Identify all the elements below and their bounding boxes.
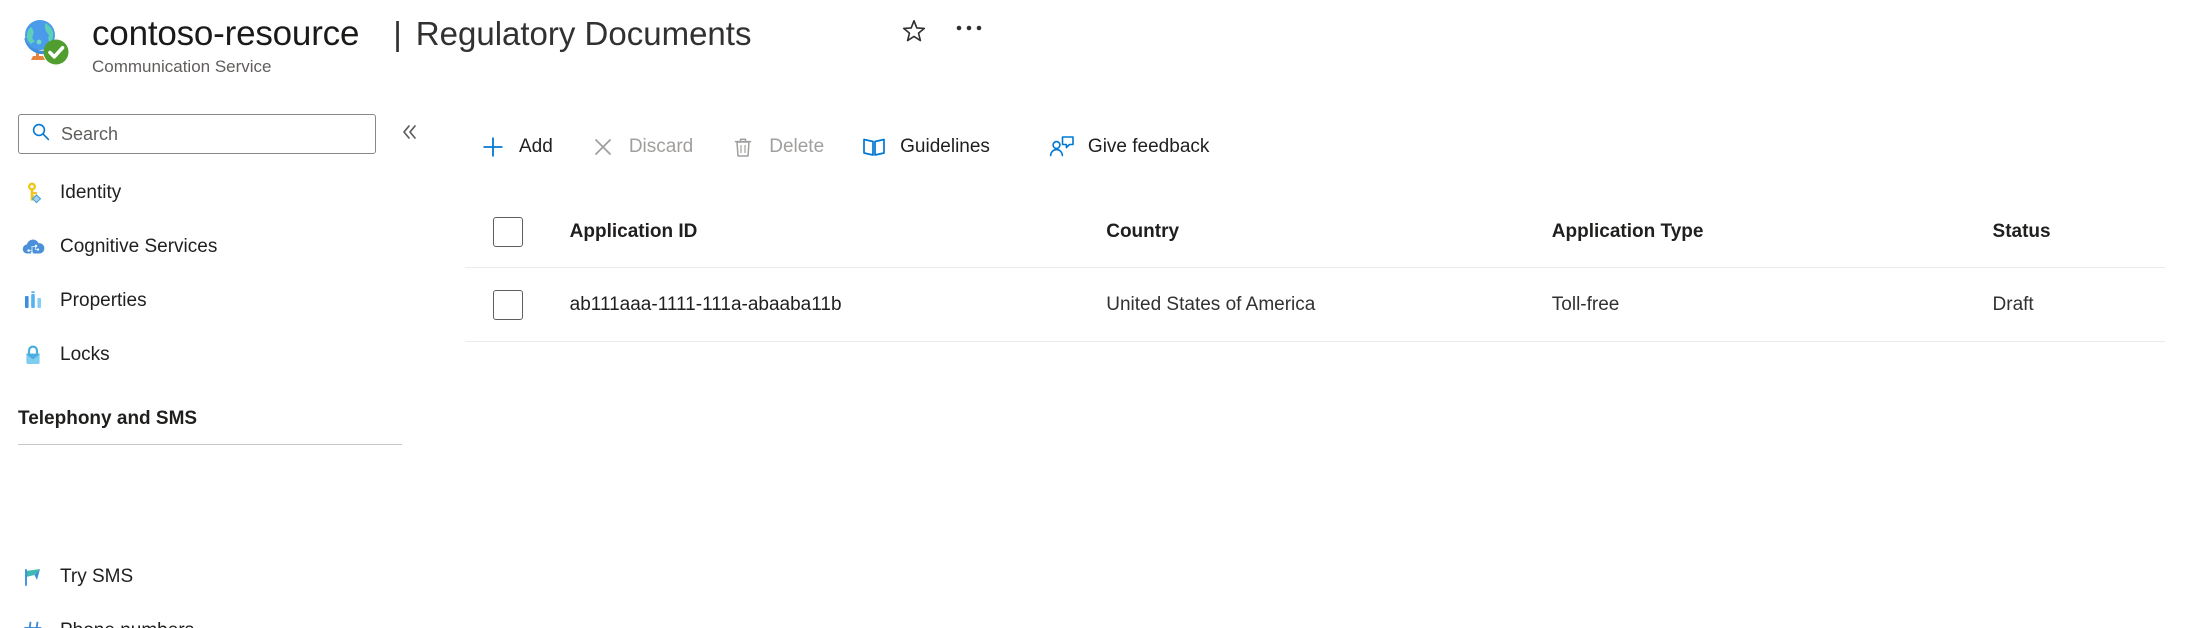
double-chevron-left-icon (398, 121, 420, 148)
sidebar-item-properties[interactable]: Properties (0, 276, 434, 326)
azure-portal-blade: contoso-resource | Regulatory Documents … (0, 0, 2190, 628)
table-header-row: Application ID Country Application Type … (465, 196, 2165, 268)
guidelines-button-label: Guidelines (900, 136, 990, 157)
flag-icon (20, 564, 46, 590)
book-icon (860, 133, 888, 161)
delete-button-label: Delete (769, 136, 825, 157)
more-options-button[interactable] (948, 12, 990, 54)
ellipsis-icon (955, 18, 983, 32)
column-header-application-type[interactable]: Application Type (1552, 221, 1993, 243)
resource-name: contoso-resource (92, 14, 360, 53)
sidebar-section-title: Telephony and SMS (18, 408, 198, 429)
feedback-person-icon (1048, 133, 1076, 161)
cell-status: Draft (1992, 294, 2034, 315)
search-icon (31, 122, 51, 147)
star-outline-icon (901, 18, 927, 49)
add-button[interactable]: Add (465, 124, 567, 170)
sidebar-item-identity[interactable]: Identity (0, 168, 434, 218)
resource-subtitle: Communication Service (92, 57, 272, 76)
sidebar-item-locks[interactable]: Locks (0, 330, 434, 380)
sidebar-item-label: Cognitive Services (60, 236, 218, 257)
sidebar-item-try-sms[interactable]: Try SMS (0, 552, 434, 602)
globe-check-icon (18, 14, 72, 68)
sidebar-item-label: Try SMS (60, 566, 134, 587)
sidebar-section-divider (18, 444, 402, 445)
blade-header: contoso-resource | Regulatory Documents … (0, 0, 2190, 100)
key-icon (20, 180, 46, 206)
blade-title-row: contoso-resource | Regulatory Documents (92, 8, 751, 60)
sidebar: Identity Cognitive Services (0, 100, 440, 628)
row-divider (465, 341, 2165, 342)
cell-country: United States of America (1106, 294, 1316, 315)
select-all-checkbox[interactable] (493, 217, 523, 247)
collapse-sidebar-button[interactable] (392, 118, 426, 150)
row-checkbox[interactable] (493, 290, 523, 320)
sidebar-item-phone-numbers[interactable]: Phone numbers (0, 606, 434, 628)
column-header-country[interactable]: Country (1106, 221, 1552, 243)
sidebar-item-cognitive-services[interactable]: Cognitive Services (0, 222, 434, 272)
add-button-label: Add (519, 136, 553, 157)
discard-button[interactable]: Discard (575, 124, 707, 170)
page-title: Regulatory Documents (415, 15, 752, 52)
command-bar: Add Discard Delete Guidelines Give feedb… (465, 116, 1231, 178)
guidelines-button[interactable]: Guidelines (846, 124, 1004, 170)
plus-icon (479, 133, 507, 161)
sidebar-item-label: Phone numbers (60, 620, 194, 628)
favorite-button[interactable] (893, 12, 935, 54)
cognitive-cloud-icon (20, 234, 46, 260)
sidebar-item-label: Locks (60, 344, 110, 365)
table-row[interactable]: ab111aaa-1111-111a-abaaba11b United Stat… (465, 268, 2165, 342)
give-feedback-button-label: Give feedback (1087, 136, 1210, 157)
row-select-cell (465, 290, 570, 320)
cell-application-id: ab111aaa-1111-111a-abaaba11b (569, 294, 842, 315)
hash-icon (20, 618, 46, 628)
close-x-icon (589, 133, 617, 161)
title-separator: | (393, 15, 402, 52)
regulatory-documents-table: Application ID Country Application Type … (465, 196, 2165, 342)
select-all-cell (465, 217, 570, 247)
search-container (18, 114, 376, 154)
give-feedback-button[interactable]: Give feedback (1034, 124, 1223, 170)
lock-icon (20, 342, 46, 368)
trash-icon (729, 133, 757, 161)
sidebar-item-label: Identity (60, 182, 122, 203)
cell-application-type: Toll-free (1551, 294, 1620, 315)
delete-button[interactable]: Delete (715, 124, 838, 170)
properties-bars-icon (20, 288, 46, 314)
sidebar-item-label: Properties (60, 290, 147, 311)
column-header-application-id[interactable]: Application ID (570, 221, 1107, 243)
column-header-status[interactable]: Status (1993, 221, 2165, 243)
search-box[interactable] (18, 114, 376, 154)
discard-button-label: Discard (628, 136, 694, 157)
search-input[interactable] (61, 123, 351, 145)
